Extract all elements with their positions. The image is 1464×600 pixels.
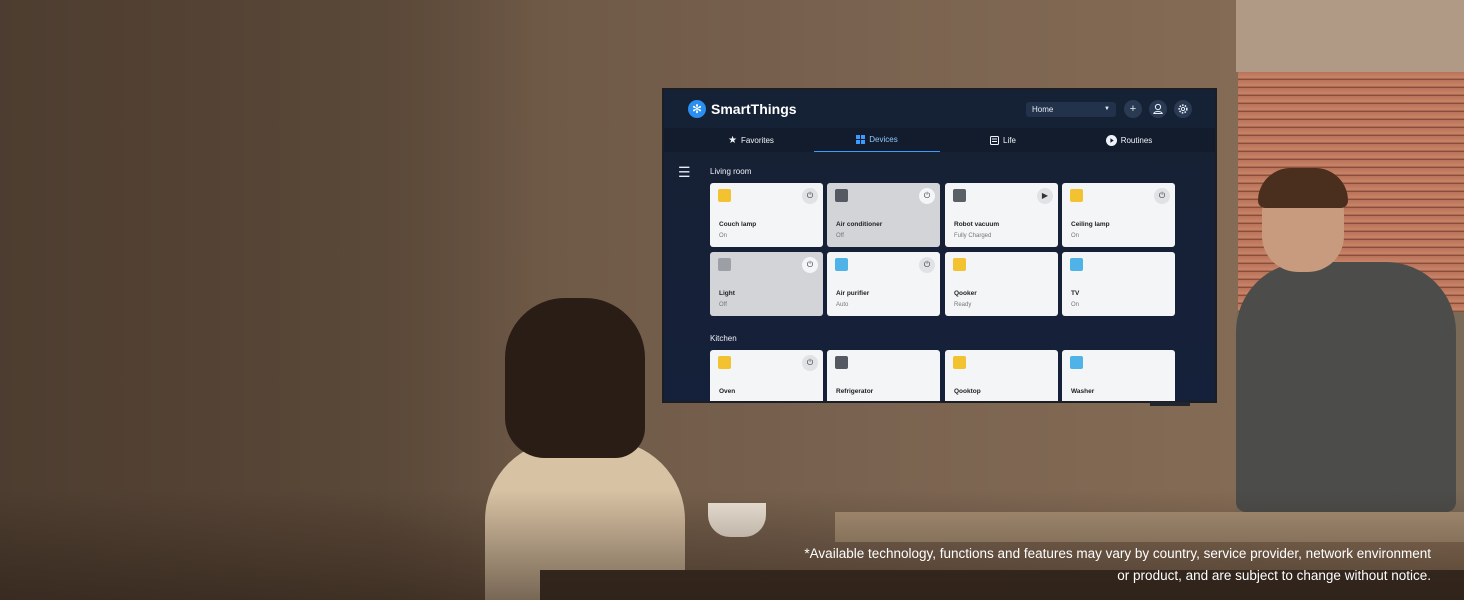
- device-card[interactable]: ⏻ Light Off: [710, 252, 823, 316]
- brand-name: SmartThings: [711, 101, 797, 117]
- play-circle-icon: [1105, 134, 1117, 146]
- device-card[interactable]: ⏻ Air conditioner Off: [827, 183, 940, 247]
- device-status: Auto: [836, 302, 849, 308]
- tab-label: Favorites: [741, 135, 774, 145]
- device-icon: [718, 258, 731, 271]
- device-card[interactable]: ⏻ Couch lamp On: [710, 183, 823, 247]
- device-name: Oven: [719, 388, 736, 395]
- device-status: On: [719, 233, 728, 239]
- device-icon: [718, 356, 731, 369]
- device-card[interactable]: TV On: [1062, 252, 1175, 316]
- device-status: On: [1071, 302, 1080, 308]
- device-status: Off: [836, 233, 844, 239]
- gear-icon: [1178, 104, 1188, 114]
- device-name: Air purifier: [836, 290, 870, 297]
- device-name: Light: [719, 290, 735, 297]
- window-frame: [1236, 0, 1464, 72]
- snowflake-logo-icon: ✻: [688, 100, 706, 118]
- room-title-kitchen: Kitchen: [710, 334, 737, 343]
- device-icon: [835, 356, 848, 369]
- device-icon: [835, 258, 848, 271]
- tv-stand: [1150, 402, 1190, 406]
- device-icon: [1070, 356, 1083, 369]
- device-card[interactable]: ⏻ Ceiling lamp On: [1062, 183, 1175, 247]
- device-card[interactable]: Qooktop: [945, 350, 1058, 401]
- device-name: Couch lamp: [719, 221, 757, 228]
- star-icon: ★: [728, 134, 738, 146]
- device-name: Qooktop: [954, 388, 981, 395]
- app-header: ✻ SmartThings Home ▼ +: [664, 90, 1215, 128]
- device-icon: [953, 356, 966, 369]
- tab-favorites[interactable]: ★ Favorites: [688, 128, 814, 152]
- room-title-living-room: Living room: [710, 167, 752, 176]
- device-name: Air conditioner: [836, 221, 883, 228]
- settings-button[interactable]: [1174, 100, 1192, 118]
- device-name: Refrigerator: [836, 388, 874, 395]
- plus-icon: +: [1129, 103, 1137, 115]
- tab-label: Routines: [1120, 135, 1153, 145]
- device-icon: [953, 258, 966, 271]
- hamburger-menu-icon[interactable]: ☰: [678, 165, 691, 179]
- device-status: On: [1071, 233, 1080, 239]
- device-name: Ceiling lamp: [1071, 221, 1110, 228]
- location-select[interactable]: Home ▼: [1026, 102, 1116, 117]
- device-name: Washer: [1071, 388, 1095, 395]
- profile-button[interactable]: [1149, 100, 1167, 118]
- add-button[interactable]: +: [1124, 100, 1142, 118]
- power-button[interactable]: ⏻: [1154, 188, 1170, 204]
- tv-display: ✻ SmartThings Home ▼ + ★ Favorites Devic…: [662, 88, 1217, 403]
- power-button[interactable]: ⏻: [802, 257, 818, 273]
- tab-life[interactable]: Life: [940, 128, 1066, 152]
- brand: ✻ SmartThings: [688, 100, 797, 118]
- power-button[interactable]: ⏻: [802, 355, 818, 371]
- device-status: Fully Charged: [954, 233, 992, 239]
- device-card[interactable]: Refrigerator: [827, 350, 940, 401]
- location-select-value: Home: [1032, 105, 1054, 114]
- disclaimer-text: *Available technology, functions and fea…: [804, 546, 1431, 583]
- device-name: TV: [1071, 290, 1080, 297]
- caret-down-icon: ▼: [1104, 106, 1110, 112]
- power-button[interactable]: ⏻: [919, 257, 935, 273]
- power-button[interactable]: ⏻: [802, 188, 818, 204]
- user-icon: [1153, 103, 1163, 114]
- device-name: Qooker: [954, 290, 977, 297]
- tab-bar: ★ Favorites Devices Life Routines: [664, 128, 1215, 152]
- device-icon: [1070, 189, 1083, 202]
- play-button[interactable]: ▶: [1037, 188, 1053, 204]
- tab-label: Devices: [869, 135, 898, 144]
- device-status: Ready: [954, 302, 972, 308]
- tab-label: Life: [1003, 135, 1016, 145]
- device-icon: [718, 189, 731, 202]
- woman-hair: [505, 298, 645, 458]
- device-card[interactable]: ⏻ Air purifier Auto: [827, 252, 940, 316]
- device-card[interactable]: Qooker Ready: [945, 252, 1058, 316]
- device-card[interactable]: Washer: [1062, 350, 1175, 401]
- grid-icon: [856, 135, 866, 144]
- device-icon: [835, 189, 848, 202]
- power-button[interactable]: ⏻: [919, 188, 935, 204]
- device-status: Off: [719, 302, 727, 308]
- device-name: Robot vacuum: [954, 221, 1000, 228]
- smartthings-app: ✻ SmartThings Home ▼ + ★ Favorites Devic…: [664, 90, 1215, 401]
- tab-devices[interactable]: Devices: [814, 128, 940, 152]
- device-icon: [1070, 258, 1083, 271]
- device-card[interactable]: ⏻ Oven: [710, 350, 823, 401]
- tab-routines[interactable]: Routines: [1066, 128, 1192, 152]
- man-hair: [1258, 168, 1348, 208]
- device-icon: [953, 189, 966, 202]
- device-card[interactable]: ▶ Robot vacuum Fully Charged: [945, 183, 1058, 247]
- man-figure: [1236, 262, 1456, 512]
- life-icon: [990, 135, 1000, 145]
